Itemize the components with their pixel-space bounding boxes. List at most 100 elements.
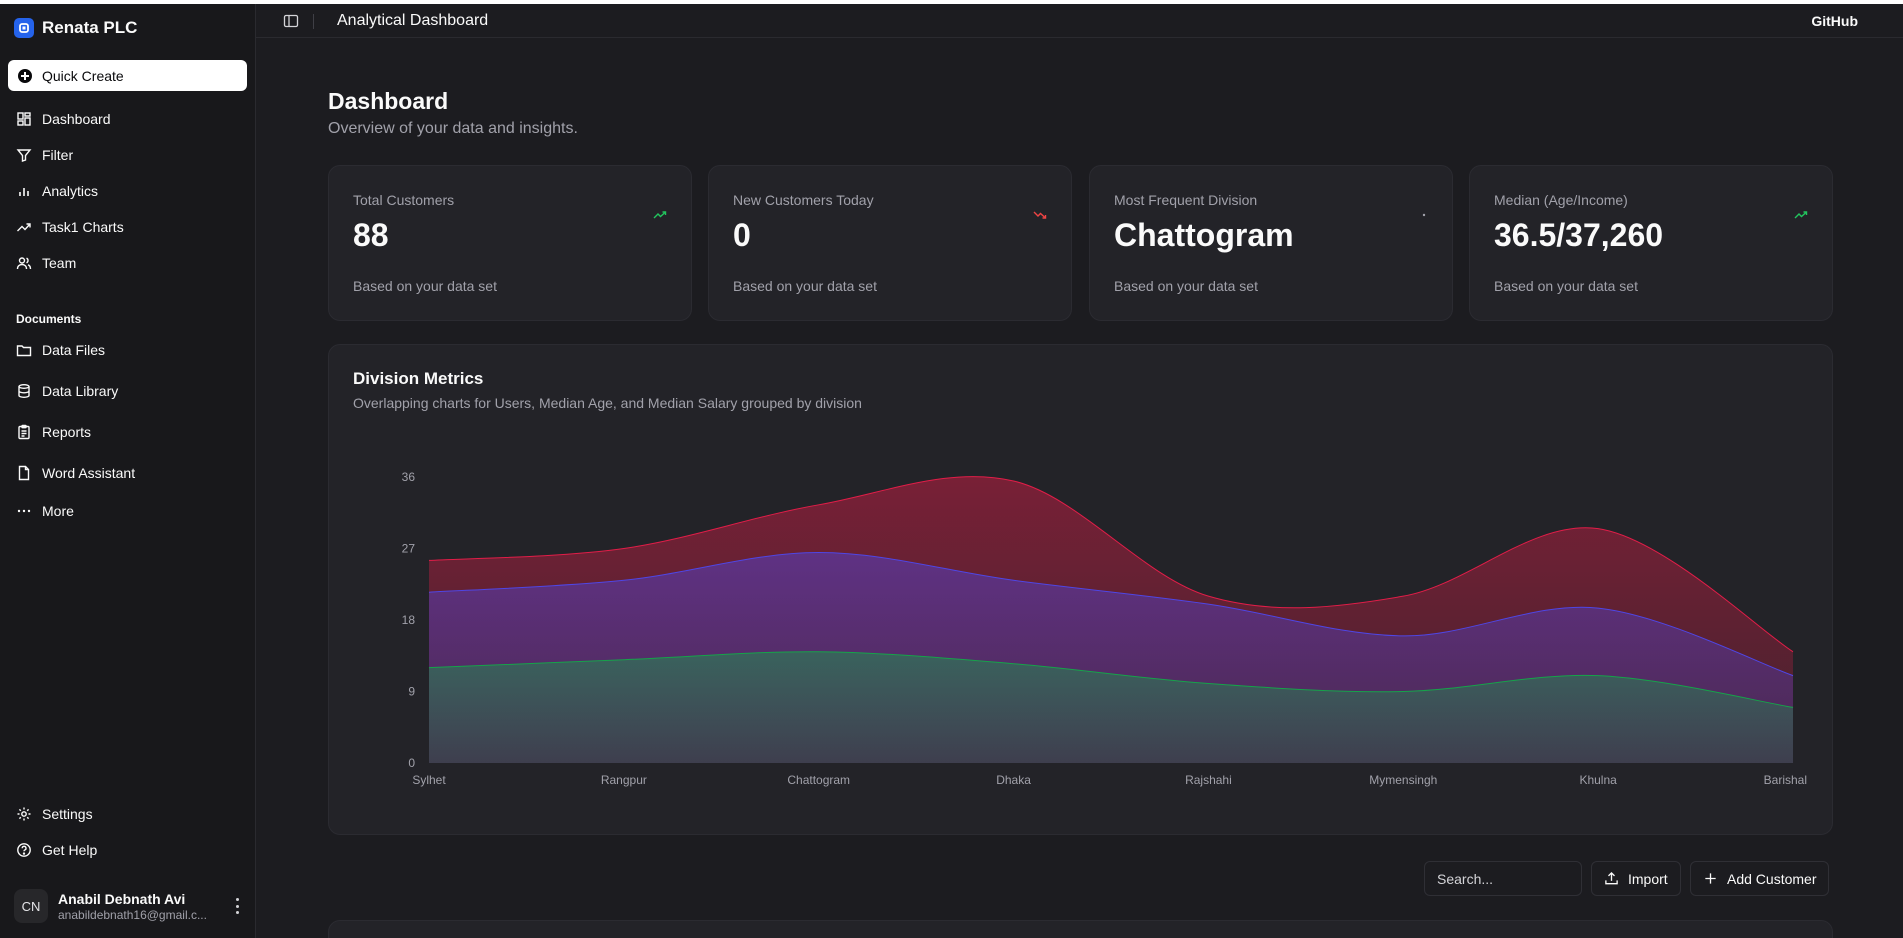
x-tick-label: Dhaka: [996, 773, 1031, 787]
trending-icon: [17, 223, 31, 232]
import-button[interactable]: Import: [1591, 861, 1681, 896]
chart-title: Division Metrics: [353, 369, 484, 388]
customers-table-container: [328, 920, 1833, 938]
card-footer: Based on your data set: [733, 278, 877, 294]
y-tick-label: 18: [402, 613, 416, 627]
sidebar-item-label: Settings: [42, 806, 93, 822]
import-label: Import: [1628, 870, 1668, 887]
card-title: Most Frequent Division: [1114, 192, 1258, 208]
sidebar-item-get-help[interactable]: Get Help: [8, 835, 247, 865]
header-title: Analytical Dashboard: [337, 12, 489, 29]
documents-section-label: Documents: [16, 312, 82, 326]
y-tick-label: 9: [408, 685, 415, 699]
sidebar-item-label: Reports: [42, 424, 92, 440]
search-input[interactable]: [1424, 861, 1582, 896]
division-metrics-panel: 0 9 18 27 36 Sylhet Rangpur Chattogram Dhaka Rajs…: [328, 344, 1833, 835]
sidebar-item-label: Team: [42, 255, 77, 271]
sidebar-item-label: Get Help: [42, 842, 98, 858]
top-header: Analytical Dashboard GitHub: [256, 4, 1903, 38]
x-tick-label: Sylhet: [412, 773, 446, 787]
gear-icon: [17, 807, 31, 821]
card-footer: Based on your data set: [1494, 278, 1638, 294]
card-value: 0: [733, 217, 751, 253]
clipboard-icon: [18, 424, 30, 440]
header-divider: [313, 14, 314, 29]
folder-icon: [16, 345, 32, 357]
user-name: Anabil Debnath Avi: [58, 890, 186, 907]
sidebar-item-task1-charts[interactable]: Task1 Charts: [8, 212, 247, 242]
stat-card-new-customers-today: New Customers Today 0 Based on your data…: [708, 165, 1072, 321]
card-footer: Based on your data set: [353, 278, 497, 294]
sidebar-item-data-library[interactable]: Data Library: [8, 376, 247, 406]
card-title: New Customers Today: [733, 192, 874, 208]
github-link[interactable]: GitHub: [1811, 13, 1858, 29]
sidebar-item-filter[interactable]: Filter: [8, 140, 247, 170]
y-tick-label: 36: [402, 470, 416, 484]
sidebar: Renata PLC Quick Create Dashboard Filter…: [0, 4, 256, 938]
x-tick-label: Chattogram: [787, 773, 850, 787]
sidebar-item-reports[interactable]: Reports: [8, 417, 247, 447]
stat-card-median-age-income: Median (Age/Income) 36.5/37,260 Based on…: [1469, 165, 1833, 321]
team-icon: [16, 257, 32, 270]
x-tick-label: Rajshahi: [1185, 773, 1232, 787]
y-tick-label: 0: [408, 756, 415, 770]
card-value: Chattogram: [1114, 217, 1294, 253]
sidebar-item-label: Data Library: [42, 383, 119, 399]
card-footer: Based on your data set: [1114, 278, 1258, 294]
card-value: 36.5/37,260: [1494, 217, 1664, 253]
sidebar-item-label: Data Files: [42, 342, 106, 358]
sidebar-item-label: Analytics: [42, 183, 99, 199]
add-customer-label: Add Customer: [1727, 870, 1817, 887]
plus-circle-icon: [18, 68, 32, 83]
sidebar-item-data-files[interactable]: Data Files: [8, 335, 247, 365]
sidebar-item-analytics[interactable]: Analytics: [8, 176, 247, 206]
sidebar-item-team[interactable]: Team: [8, 248, 247, 278]
trend-up-icon: [1794, 211, 1808, 219]
sidebar-item-label: Filter: [42, 147, 74, 163]
quick-create-button[interactable]: Quick Create: [8, 60, 247, 91]
file-icon: [18, 465, 30, 481]
trend-up-icon: [653, 211, 667, 219]
sidebar-item-dashboard[interactable]: Dashboard: [8, 104, 247, 134]
sidebar-toggle-icon[interactable]: [283, 13, 299, 29]
card-title: Total Customers: [353, 192, 455, 208]
sidebar-item-label: More: [42, 503, 74, 519]
stat-card-total-customers: Total Customers 88 Based on your data se…: [328, 165, 692, 321]
filter-icon: [16, 149, 32, 162]
brand-name: Renata PLC: [42, 18, 138, 37]
dashboard-icon: [17, 112, 31, 126]
add-customer-button[interactable]: Add Customer: [1690, 861, 1830, 896]
y-tick-label: 27: [402, 542, 416, 556]
brand[interactable]: Renata PLC: [14, 18, 137, 38]
sidebar-item-label: Word Assistant: [42, 465, 136, 481]
sidebar-item-label: Task1 Charts: [42, 219, 124, 235]
x-tick-label: Khulna: [1579, 773, 1617, 787]
user-email: anabildebnath16@gmail.c...: [58, 907, 207, 922]
division-metrics-chart: 0 9 18 27 36 Sylhet Rangpur Chattogram Dhaka Rajs…: [402, 470, 1807, 787]
more-icon: [17, 509, 31, 513]
page-subtitle: Overview of your data and insights.: [328, 120, 578, 137]
page-title: Dashboard: [328, 88, 449, 114]
quick-create-label: Quick Create: [42, 67, 124, 84]
x-tick-label: Barishal: [1764, 773, 1807, 787]
x-tick-label: Mymensingh: [1369, 773, 1437, 787]
neutral-dot-icon: [1422, 213, 1426, 217]
sidebar-item-label: Dashboard: [42, 111, 111, 127]
user-profile[interactable]: CN Anabil Debnath Avi anabildebnath16@gm…: [14, 886, 244, 926]
upload-icon: [1605, 871, 1618, 885]
sidebar-item-more[interactable]: More: [8, 496, 247, 526]
brand-logo-icon: [14, 18, 34, 38]
user-menu-icon[interactable]: [234, 898, 240, 914]
card-value: 88: [353, 217, 389, 253]
card-title: Median (Age/Income): [1494, 192, 1628, 208]
analytics-icon: [19, 188, 29, 196]
x-tick-label: Rangpur: [601, 773, 647, 787]
chart-subtitle: Overlapping charts for Users, Median Age…: [353, 395, 862, 411]
help-icon: [17, 843, 31, 857]
plus-icon: [1705, 873, 1716, 884]
database-icon: [18, 384, 30, 399]
trend-down-icon: [1033, 211, 1047, 219]
sidebar-item-settings[interactable]: Settings: [8, 799, 247, 829]
sidebar-item-word-assistant[interactable]: Word Assistant: [8, 458, 247, 488]
stat-card-most-frequent-division: Most Frequent Division Chattogram Based …: [1089, 165, 1453, 321]
